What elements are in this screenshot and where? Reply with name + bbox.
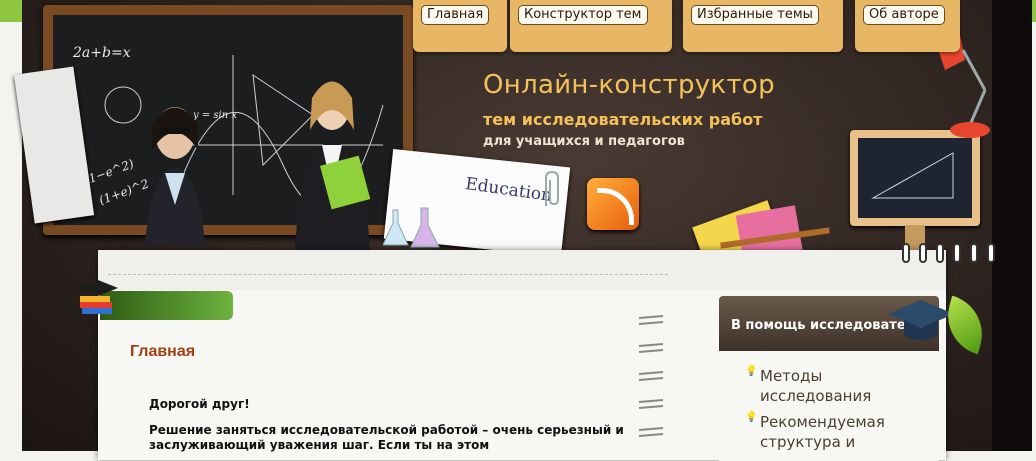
nav-home[interactable]: Главная [421,5,490,25]
bulb-icon: 💡 [745,412,758,423]
nav-favorite-topics[interactable]: Избранные темы [691,5,819,25]
sidebar-item-methods[interactable]: Методы исследования [760,366,930,406]
bulb-icon: 💡 [745,366,758,377]
chalk-formula: 2a+b=x [73,45,131,61]
site-tagline: для учащихся и педагогов [483,134,685,149]
site-subtitle: тем исследовательских работ [483,110,763,129]
rss-icon[interactable] [587,178,639,230]
site-title: Онлайн-конструктор [483,70,775,100]
easel-board [850,130,980,226]
sidebar-item-structure[interactable]: Рекомендуемая структура и [760,412,930,452]
greeting-text: Дорогой друг! [149,397,250,411]
woman-with-headset-figure [140,95,210,245]
notebook-top-strip [98,250,946,290]
notebook-spiral-icon [638,315,664,437]
nav-about-author[interactable]: Об авторе [863,5,945,25]
paperclip-icon [545,170,559,206]
graduation-cap-icon [888,300,954,340]
nav-topic-constructor[interactable]: Конструктор тем [518,5,648,25]
main-nav: Главная Конструктор тем Избранные темы О… [405,0,1005,52]
books-graduation-cap-icon [78,280,118,314]
divider-line [108,274,668,275]
page-title: Главная [130,343,196,360]
section-ribbon [100,291,233,320]
intro-paragraph: Решение заняться исследовательской работ… [149,423,624,452]
woman-with-folder-figure [290,70,380,250]
flasks-icon [383,207,440,248]
spiral-rings-icon [902,243,995,263]
easel-board-surface [858,138,972,218]
